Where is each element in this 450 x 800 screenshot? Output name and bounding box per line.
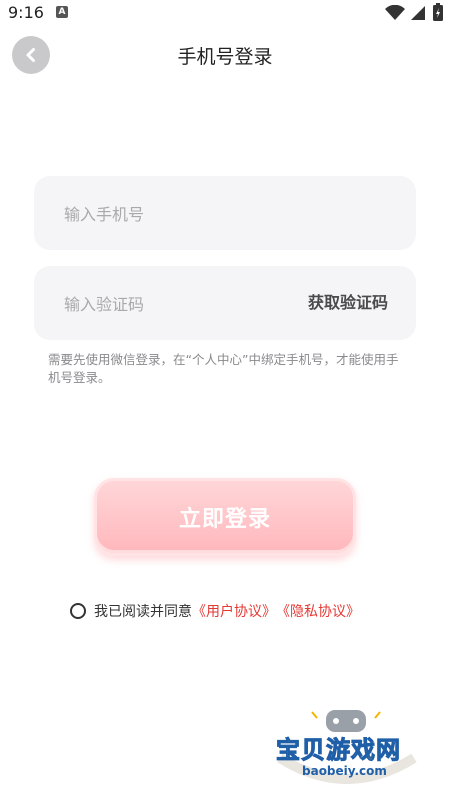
- login-button[interactable]: 立即登录: [94, 478, 356, 556]
- agreement-prefix: 我已阅读并同意: [94, 604, 192, 620]
- phone-input[interactable]: [62, 176, 296, 252]
- agree-checkbox[interactable]: [70, 603, 86, 619]
- watermark: 宝贝游戏网 baobeiy.com: [272, 700, 422, 796]
- verification-code-input[interactable]: [62, 266, 296, 342]
- agreement-row: 我已阅读并同意 《用户协议》 《隐私协议》: [70, 600, 360, 622]
- user-agreement-link[interactable]: 《用户协议》: [192, 601, 276, 621]
- login-button-label: 立即登录: [178, 507, 271, 532]
- wifi-icon: [385, 4, 405, 25]
- watermark-url: baobeiy.com: [302, 764, 387, 778]
- status-bar: 9:16 A: [0, 0, 450, 26]
- watermark-title: 宝贝游戏网: [276, 736, 401, 765]
- code-input-box[interactable]: 获取验证码: [34, 266, 416, 342]
- login-hint: 需要先使用微信登录，在“个人中心”中绑定手机号，才能使用手机号登录。: [48, 352, 399, 385]
- get-code-button[interactable]: 获取验证码: [308, 266, 388, 340]
- signal-icon: [410, 5, 426, 25]
- app-notification-icon: A: [56, 6, 68, 18]
- battery-charging-icon: [433, 3, 443, 25]
- status-time: 9:16: [8, 3, 44, 22]
- page-title: 手机号登录: [177, 46, 273, 68]
- phone-input-box[interactable]: [34, 176, 416, 252]
- privacy-agreement-link[interactable]: 《隐私协议》: [276, 601, 360, 621]
